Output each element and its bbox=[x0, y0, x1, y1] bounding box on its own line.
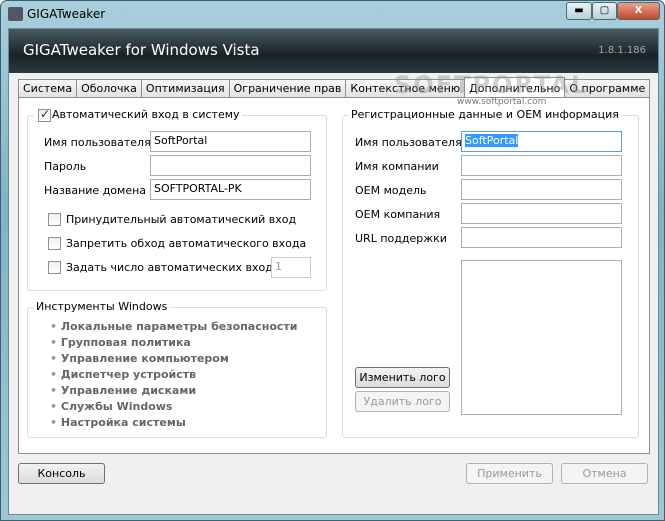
autologon-title: Автоматический вход в систему bbox=[34, 108, 242, 121]
logo-preview bbox=[461, 260, 622, 415]
window-title: GIGATweaker bbox=[27, 7, 106, 21]
window: GIGATweaker ▬ ▢ X GIGATweaker for Window… bbox=[0, 0, 665, 521]
delete-logo-button[interactable]: Удалить лого bbox=[355, 391, 450, 412]
tool-link-compmgmt[interactable]: Управление компьютером bbox=[50, 352, 229, 365]
password-input[interactable] bbox=[150, 155, 311, 176]
tab-optimization[interactable]: Оптимизация bbox=[140, 79, 230, 97]
count-checkbox[interactable] bbox=[48, 261, 61, 274]
user-input[interactable]: SoftPortal bbox=[150, 131, 311, 152]
apply-button[interactable]: Применить bbox=[466, 463, 553, 484]
oem-title: Регистрационные данные и OEM информация bbox=[349, 108, 621, 121]
company-label: Имя компании bbox=[355, 160, 439, 173]
watermark-url: www.softportal.com bbox=[457, 97, 547, 107]
force-checkbox[interactable] bbox=[48, 213, 61, 226]
banner-title: GIGATweaker for Windows Vista bbox=[23, 41, 260, 59]
autologon-checkbox[interactable] bbox=[38, 107, 51, 122]
oem-model-input[interactable] bbox=[461, 179, 622, 200]
app-icon bbox=[8, 7, 23, 21]
tab-page: Автоматический вход в систему Имя пользо… bbox=[18, 97, 650, 454]
banner: GIGATweaker for Windows Vista 1.8.1.186 bbox=[9, 29, 658, 73]
oem-model-label: OEM модель bbox=[355, 184, 427, 197]
tool-link-devmgmt[interactable]: Диспетчер устройств bbox=[50, 368, 196, 381]
tool-link-secpol[interactable]: Локальные параметры безопасности bbox=[50, 320, 298, 333]
tool-link-gpedit[interactable]: Групповая политика bbox=[50, 336, 191, 349]
console-button[interactable]: Консоль bbox=[18, 463, 105, 484]
watermark-logo: SOFTPORTAL bbox=[394, 71, 589, 99]
domain-label: Название домена bbox=[44, 184, 147, 197]
oem-company-label: OEM компания bbox=[355, 208, 441, 221]
domain-input[interactable]: SOFTPORTAL-PK bbox=[150, 179, 311, 200]
support-url-label: URL поддержки bbox=[355, 232, 447, 245]
oem-user-value: SoftPortal bbox=[465, 134, 519, 147]
tab-restrictions[interactable]: Ограничение прав bbox=[228, 79, 347, 97]
force-label: Принудительный автоматический вход bbox=[66, 213, 297, 226]
minimize-button[interactable]: ▬ bbox=[566, 2, 592, 20]
oem-company-input[interactable] bbox=[461, 203, 622, 224]
prevent-checkbox[interactable] bbox=[48, 237, 61, 250]
tools-group: Инструменты Windows Локальные параметры … bbox=[27, 300, 327, 438]
tool-link-msconfig[interactable]: Настройка системы bbox=[50, 416, 186, 429]
tab-system[interactable]: Система bbox=[18, 79, 78, 97]
count-label: Задать число автоматических входов: bbox=[66, 261, 290, 274]
prevent-label: Запретить обход автоматического входа bbox=[66, 237, 307, 250]
client-area: GIGATweaker for Windows Vista 1.8.1.186 … bbox=[8, 28, 659, 515]
tab-shell[interactable]: Оболочка bbox=[76, 79, 142, 97]
change-logo-button[interactable]: Изменить лого bbox=[355, 367, 450, 388]
support-url-input[interactable] bbox=[461, 227, 622, 248]
company-input[interactable] bbox=[461, 155, 622, 176]
count-spinner[interactable]: 1 bbox=[271, 257, 311, 278]
autologon-group: Автоматический вход в систему Имя пользо… bbox=[27, 107, 327, 291]
oem-user-label: Имя пользователя bbox=[355, 136, 462, 149]
tools-title: Инструменты Windows bbox=[34, 300, 170, 313]
oem-user-input[interactable]: SoftPortal bbox=[461, 131, 622, 152]
user-label: Имя пользователя bbox=[44, 136, 151, 149]
maximize-button[interactable]: ▢ bbox=[592, 2, 617, 20]
version-label: 1.8.1.186 bbox=[598, 45, 646, 56]
cancel-button[interactable]: Отмена bbox=[561, 463, 648, 484]
tool-link-services[interactable]: Службы Windows bbox=[50, 400, 173, 413]
tool-link-diskmgmt[interactable]: Управление дисками bbox=[50, 384, 196, 397]
close-button[interactable]: X bbox=[617, 2, 660, 20]
password-label: Пароль bbox=[44, 160, 87, 173]
oem-group: Регистрационные данные и OEM информация … bbox=[342, 108, 639, 438]
